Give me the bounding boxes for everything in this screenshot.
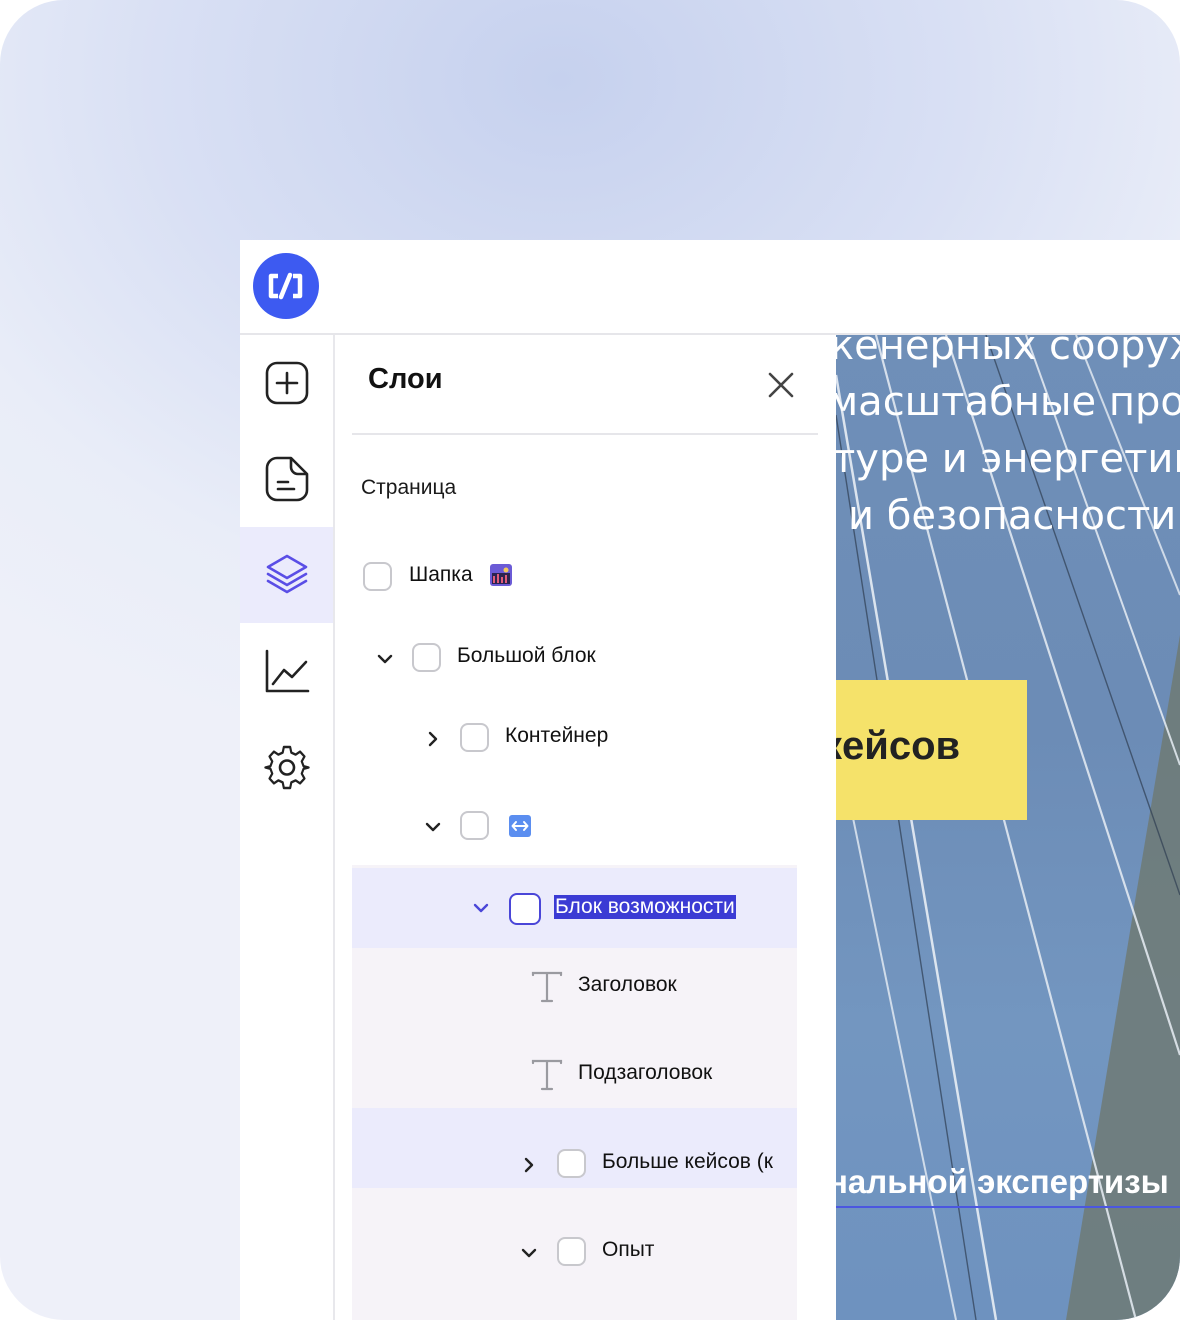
chevron-right-icon[interactable] <box>516 1152 542 1178</box>
text-icon <box>530 970 564 1004</box>
layers-button[interactable] <box>240 527 333 623</box>
close-button[interactable] <box>761 365 801 405</box>
layer-label: Шапка <box>409 563 473 586</box>
chart-line-icon <box>265 649 309 693</box>
layer-checkbox[interactable] <box>460 723 489 752</box>
panel-divider <box>352 433 818 435</box>
layer-row-more-cases[interactable]: Больше кейсов (к <box>352 1125 797 1205</box>
layer-checkbox[interactable] <box>557 1237 586 1266</box>
layer-row-subheading[interactable]: Подзаголовок <box>352 1036 797 1116</box>
layer-label: Контейнер <box>505 724 609 747</box>
more-cases-cta-button[interactable]: кейсов <box>836 680 1027 820</box>
layer-label: Блок возможности <box>554 895 736 919</box>
image-emoji-icon <box>490 564 512 586</box>
layer-label: Больше кейсов (к <box>602 1150 773 1173</box>
layer-row-header[interactable]: Шапка <box>352 538 797 618</box>
layer-row-container[interactable]: Контейнер <box>352 699 797 779</box>
settings-button[interactable] <box>240 719 333 815</box>
page-preview: кенерных сооруж масштабные проє туре и э… <box>836 335 1180 1320</box>
pages-button[interactable] <box>240 431 333 527</box>
left-right-arrow-emoji-icon <box>509 815 531 837</box>
analytics-button[interactable] <box>240 623 333 719</box>
layer-checkbox[interactable] <box>460 811 489 840</box>
layer-label: Большой блок <box>457 644 596 667</box>
text-icon <box>530 1058 564 1092</box>
editor-window: Слои Страница Шапка Большой блок Контейн… <box>240 240 1180 1320</box>
layer-row-big-block[interactable]: Большой блок <box>352 619 797 699</box>
layer-row-experience[interactable]: Опыт <box>352 1213 797 1293</box>
layer-label: Подзаголовок <box>578 1061 713 1084</box>
chevron-down-icon[interactable] <box>420 814 446 840</box>
layers-icon <box>266 554 307 594</box>
preview-text-line: кенерных сооруж <box>836 335 1180 369</box>
chevron-down-icon[interactable] <box>372 646 398 672</box>
layer-checkbox[interactable] <box>509 893 541 925</box>
cta-label: кейсов <box>836 724 961 768</box>
preview-text-line: и безопасности. <box>848 493 1180 539</box>
gear-icon <box>263 745 310 790</box>
plus-square-icon <box>265 361 308 405</box>
preview-subheading: нальной экспертизы <box>836 1163 1169 1200</box>
layer-checkbox[interactable] <box>412 643 441 672</box>
preview-underline <box>836 1206 1180 1208</box>
close-icon <box>768 372 794 398</box>
page-icon <box>265 456 308 502</box>
background-frame: Слои Страница Шапка Большой блок Контейн… <box>0 0 1180 1320</box>
chevron-down-icon[interactable] <box>516 1240 542 1266</box>
tool-rail <box>240 335 335 1320</box>
layer-label: Опыт <box>602 1238 655 1261</box>
layer-row-heading[interactable]: Заголовок <box>352 948 797 1028</box>
preview-text-line: туре и энергетик <box>836 436 1180 482</box>
preview-text-line: масштабные проє <box>836 379 1180 425</box>
page-section-label: Страница <box>361 476 457 499</box>
add-button[interactable] <box>240 335 333 431</box>
chevron-right-icon[interactable] <box>420 726 446 752</box>
logo-glyph-icon <box>268 272 303 300</box>
panel-title: Слои <box>368 363 443 395</box>
layer-row-feature-block[interactable]: Блок возможности <box>352 868 797 948</box>
layers-panel: Слои Страница Шапка Большой блок Контейн… <box>335 335 910 1320</box>
layer-row-arrows[interactable] <box>352 787 797 867</box>
top-bar <box>240 240 1180 335</box>
layer-label: Заголовок <box>578 973 677 996</box>
layer-checkbox[interactable] <box>363 562 392 591</box>
chevron-down-icon[interactable] <box>468 895 494 921</box>
app-logo[interactable] <box>253 253 319 319</box>
layer-checkbox[interactable] <box>557 1149 586 1178</box>
